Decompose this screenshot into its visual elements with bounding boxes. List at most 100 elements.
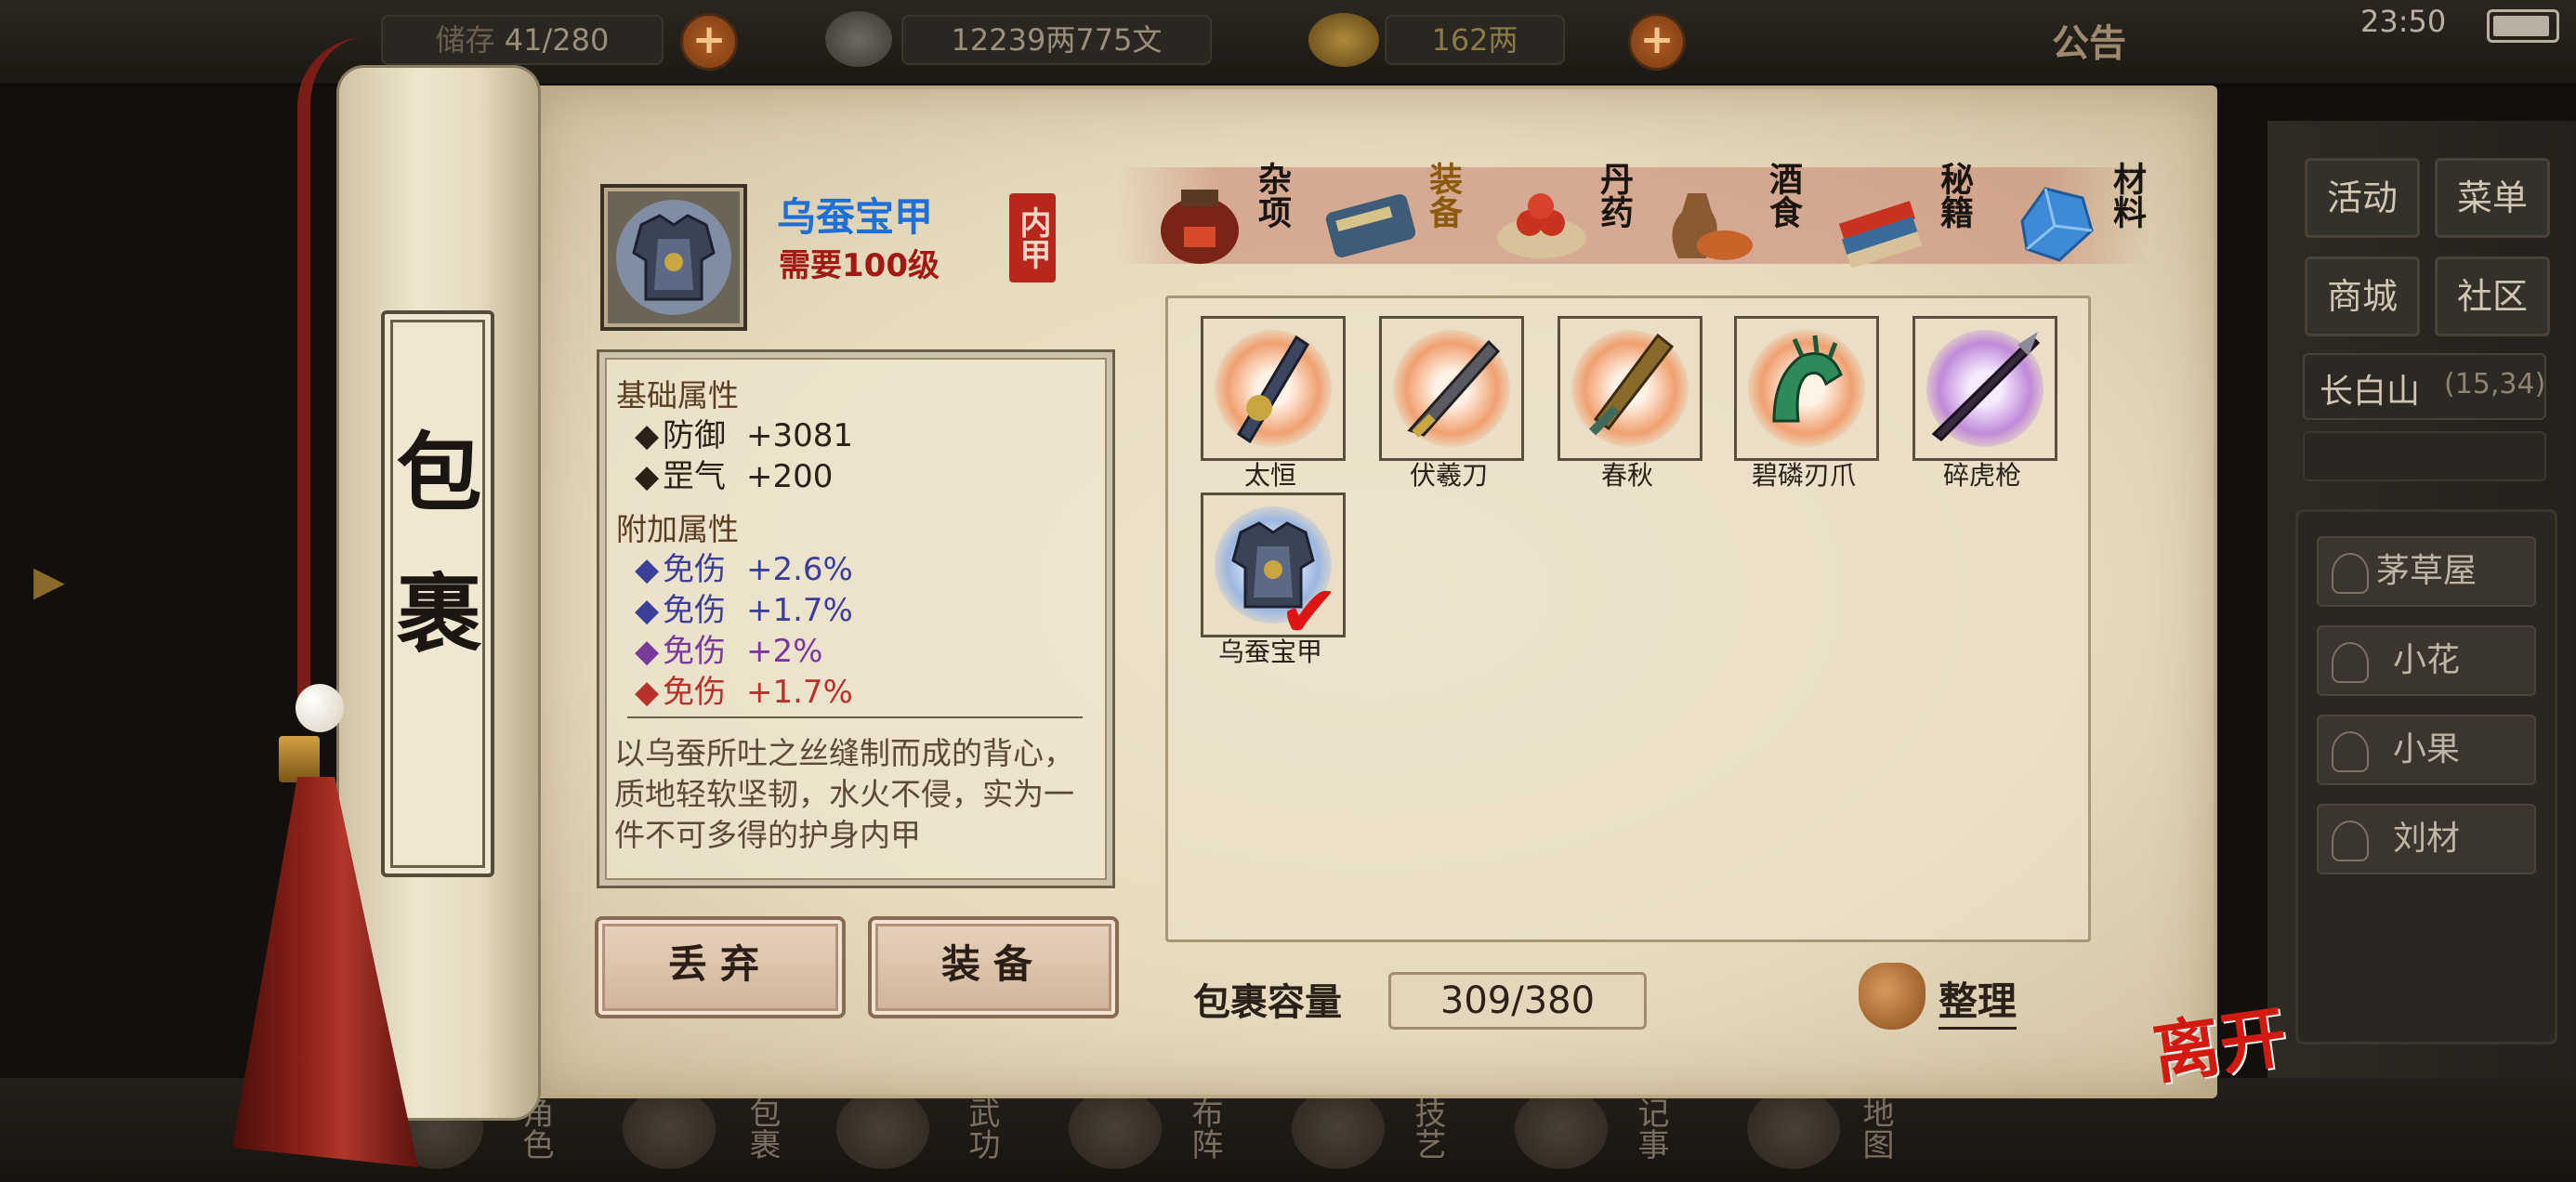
community-button[interactable]: 社区 [2435, 256, 2550, 336]
tab-materials[interactable]: 材料 [2004, 156, 2171, 277]
npc-item[interactable]: 小花 [2317, 625, 2536, 696]
item-label: 碧磷刃爪 [1751, 460, 1856, 491]
discard-button[interactable]: 丢弃 [595, 916, 846, 1018]
diamond-icon: ◆ [635, 633, 660, 670]
staff-weapon-icon [1236, 335, 1310, 444]
person-icon [2332, 821, 2369, 861]
tassel-band [279, 736, 320, 782]
leave-button[interactable]: 离开 [2146, 981, 2292, 1097]
npc-item[interactable]: 刘材 [2317, 804, 2536, 874]
selected-item-icon-frame [600, 184, 747, 331]
tab-medicine[interactable]: 丹药 [1491, 156, 1658, 277]
map-icon [1747, 1089, 1840, 1169]
formation-icon [1069, 1089, 1162, 1169]
armor-icon [616, 200, 731, 315]
npc-item[interactable]: 茅草屋 [2317, 536, 2536, 607]
mall-button[interactable]: 商城 [2305, 256, 2420, 336]
item-level-requirement: 需要100级 [779, 247, 940, 284]
menu-button[interactable]: 菜单 [2435, 158, 2550, 238]
item-description: 以乌蚕所吐之丝缝制而成的背心，质地轻软坚韧，水火不侵，实为一件不可多得的护身内甲 [614, 735, 1074, 853]
tidy-button[interactable]: 整理 [1939, 970, 2017, 1030]
capacity-value: 309/380 [1388, 972, 1647, 1030]
inventory-slot[interactable] [1379, 316, 1524, 461]
nav-journal[interactable]: 记事 [1632, 1097, 1669, 1171]
book-icon [1838, 201, 1923, 268]
crystal-icon [2020, 187, 2094, 262]
gold-ingot-icon [1308, 13, 1379, 67]
notice-button[interactable]: 公告 [2052, 13, 2126, 67]
equip-button[interactable]: 装备 [868, 916, 1119, 1018]
person-icon [2332, 642, 2369, 683]
extra-attribute-row: ◆ 免伤 +2% [635, 633, 823, 670]
item-label: 伏羲刀 [1409, 460, 1488, 491]
time-period-bar [2303, 431, 2546, 481]
diamond-icon: ◆ [635, 674, 660, 711]
extra-attributes-title: 附加属性 [616, 511, 739, 547]
skill-icon [1292, 1089, 1385, 1169]
tab-equipment[interactable]: 装备 [1320, 156, 1487, 277]
jar-icon [1161, 190, 1239, 264]
diamond-icon: ◆ [635, 551, 660, 588]
journal-icon [1515, 1089, 1608, 1169]
claw-icon [1772, 335, 1843, 423]
location-coords: (15,34) [2444, 368, 2546, 401]
tab-misc[interactable]: 杂项 [1149, 156, 1316, 277]
location-display: 长白山 (15,34) [2303, 353, 2546, 420]
activity-button[interactable]: 活动 [2305, 158, 2420, 238]
storage-counter: 储存 41/280 [381, 15, 664, 65]
kungfu-icon [836, 1089, 929, 1169]
item-label: 春秋 [1600, 460, 1653, 491]
item-label: 太恒 [1243, 460, 1296, 491]
diamond-icon: ◆ [635, 417, 660, 454]
sword-icon [1589, 333, 1675, 436]
tassel-bead [296, 684, 344, 732]
nav-formation[interactable]: 布阵 [1186, 1097, 1223, 1171]
item-slot-tag: 内甲 [1009, 193, 1056, 282]
add-storage-button[interactable]: + [680, 13, 738, 71]
money-bag-icon [1859, 963, 1925, 1030]
gold-balance: 162两 [1385, 15, 1565, 65]
divider [627, 716, 1083, 718]
npc-list: 茅草屋 小花 小果 刘材 [2295, 509, 2557, 1044]
clock: 23:50 [2360, 4, 2447, 39]
location-name: 长白山 [2320, 373, 2421, 411]
expand-arrow-icon[interactable]: ▶ [33, 558, 80, 623]
scroll-title: 包裹 [382, 427, 482, 710]
silver-icon [825, 11, 892, 67]
spear-icon [1931, 332, 2041, 441]
base-attributes-title: 基础属性 [616, 377, 739, 414]
base-attribute-row: ◆ 罡气 +200 [635, 458, 834, 495]
item-name: 乌蚕宝甲 [777, 194, 934, 240]
tab-wine-food[interactable]: 酒食 [1660, 156, 1827, 277]
extra-attribute-row: ◆ 免伤 +1.7% [635, 674, 853, 711]
blade-icon [1407, 339, 1501, 438]
diamond-icon: ◆ [635, 458, 660, 495]
person-icon [2332, 731, 2369, 772]
item-label: 碎虎枪 [1942, 460, 2021, 491]
inventory-slot[interactable] [1557, 316, 1702, 461]
equipment-icon [1325, 194, 1416, 257]
bag-icon [623, 1089, 716, 1169]
diamond-icon: ◆ [635, 592, 660, 629]
nav-map[interactable]: 地图 [1857, 1097, 1894, 1171]
npc-item[interactable]: 小果 [2317, 715, 2536, 785]
tab-manuals[interactable]: 秘籍 [1831, 156, 1998, 277]
silver-balance: 12239两775文 [901, 15, 1212, 65]
item-label: 乌蚕宝甲 [1217, 637, 1322, 667]
capacity-label: 包裹容量 [1193, 981, 1342, 1024]
building-icon [2332, 553, 2369, 594]
add-gold-button[interactable]: + [1628, 13, 1686, 71]
extra-attribute-row: ◆ 免伤 +2.6% [635, 551, 853, 588]
nav-skill[interactable]: 技艺 [1409, 1097, 1446, 1171]
wine-food-icon [1672, 193, 1753, 260]
item-attribute-panel: 基础属性 ◆ 防御 +3081 ◆ 罡气 +200 附加属性 ◆ 免伤 +2.6% ◆ 免伤 +… [597, 349, 1115, 888]
base-attribute-row: ◆ 防御 +3081 [635, 417, 854, 454]
inventory-slot[interactable] [1734, 316, 1879, 461]
nav-bag[interactable]: 包裹 [743, 1097, 781, 1171]
nav-kungfu[interactable]: 武功 [963, 1097, 1000, 1171]
pill-icon [1497, 193, 1586, 258]
inventory-slot[interactable] [1912, 316, 2057, 461]
extra-attribute-row: ◆ 免伤 +1.7% [635, 592, 853, 629]
inventory-slot[interactable] [1201, 316, 1346, 461]
battery-icon [2487, 9, 2559, 43]
